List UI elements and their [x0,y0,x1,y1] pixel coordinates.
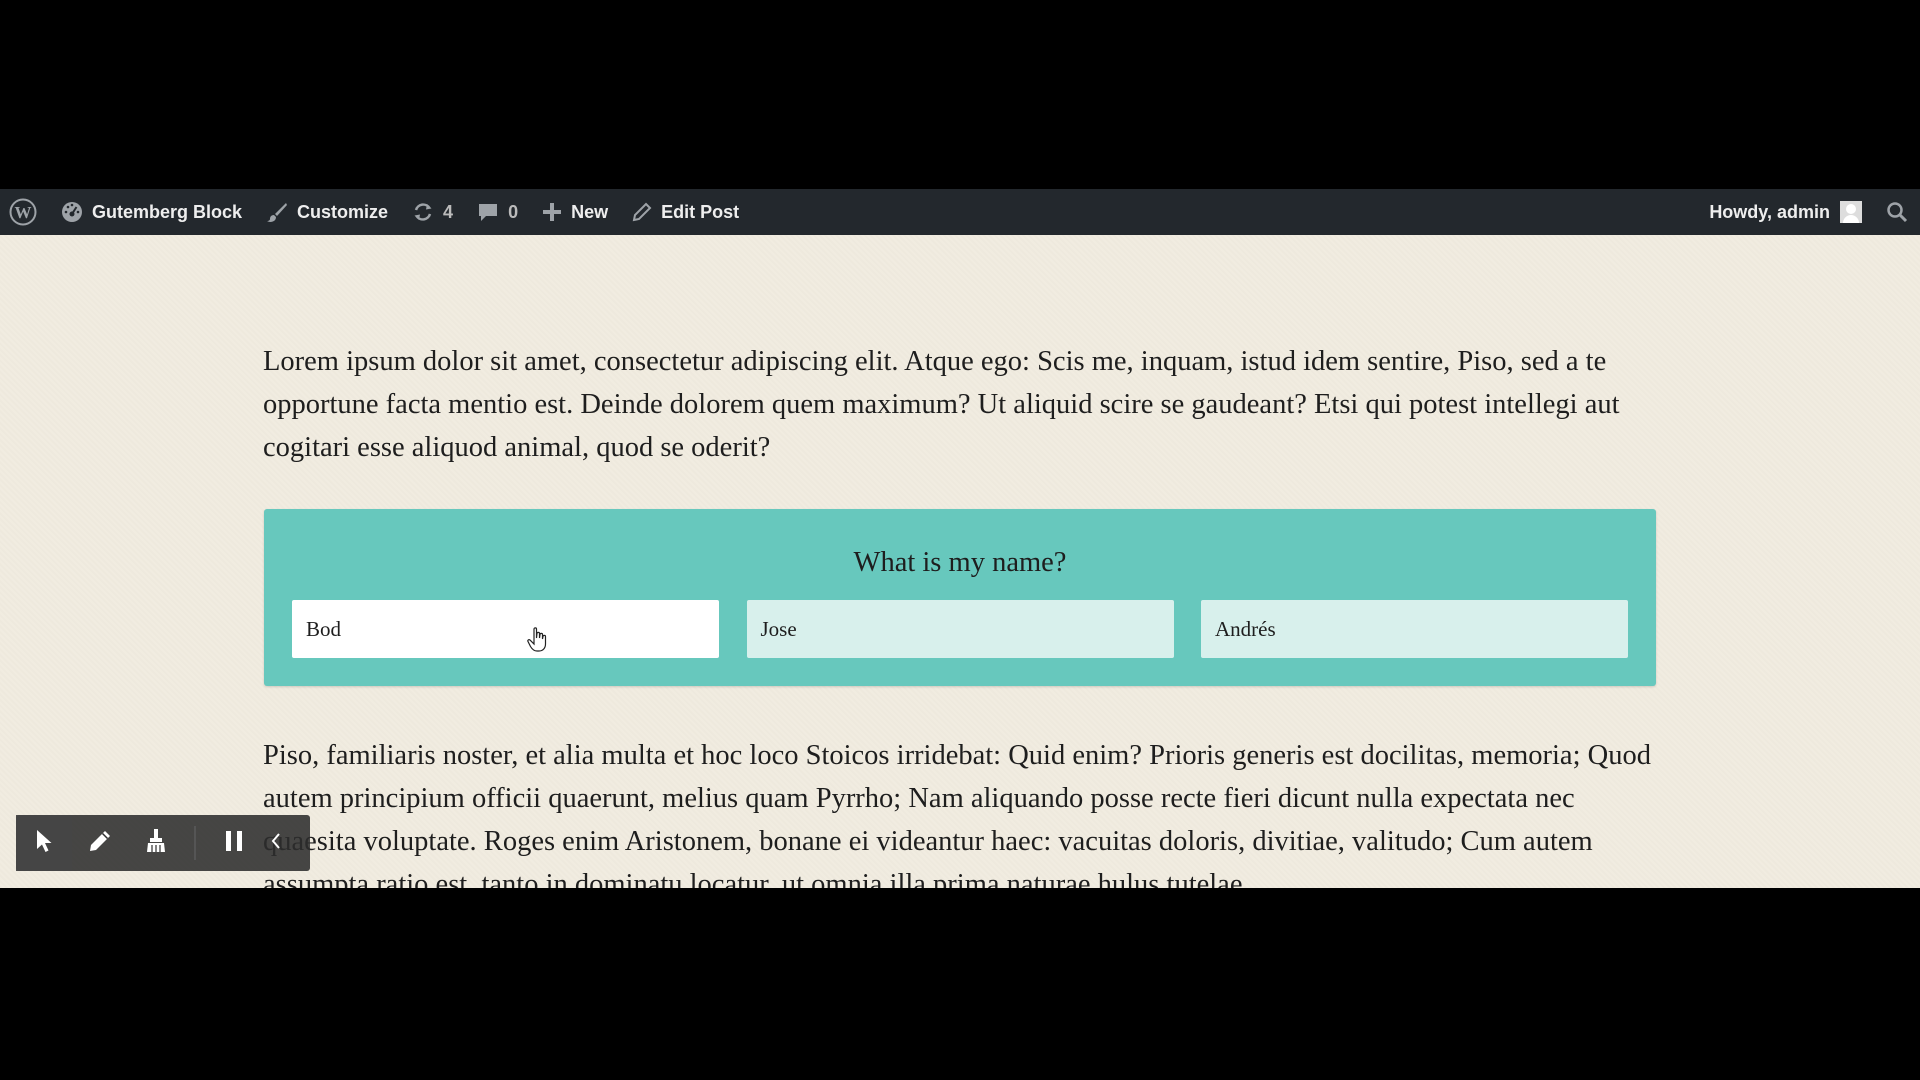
paragraph-1: Lorem ipsum dolor sit amet, consectetur … [263,346,1620,463]
pointer-icon [33,828,55,859]
comment-bubble-icon [477,201,499,223]
hand-pointer-cursor-icon [527,627,547,652]
answer-option-jose[interactable]: Jose [746,600,1174,658]
clear-tool-button[interactable] [128,815,184,871]
pointer-tool-button[interactable] [16,815,72,871]
customize-link[interactable]: Customize [254,189,400,235]
pause-button[interactable] [206,815,262,871]
quiz-block: What is my name? Bod Jose Andrés [264,509,1656,686]
toolbar-divider [194,826,196,860]
edit-post-label: Edit Post [661,201,740,222]
wordpress-menu[interactable]: W [0,189,49,235]
answer-option-andres[interactable]: Andrés [1201,600,1628,658]
broom-icon [144,828,168,859]
updates-count: 4 [443,201,454,222]
pencil-icon [87,828,113,859]
comments-link[interactable]: 0 [465,189,530,235]
site-name-label: Gutemberg Block [92,201,243,222]
new-content-menu[interactable]: New [530,189,620,235]
admin-bar-right: Howdy, admin [1697,189,1920,235]
pencil-tool-button[interactable] [72,815,128,871]
updates-link[interactable]: 4 [400,189,465,235]
updates-refresh-icon [412,201,434,223]
admin-bar-left: W Gutemberg Block Customize 4 0 New Edit… [0,189,751,235]
pause-icon [223,829,245,858]
pencil-icon [632,202,652,222]
paintbrush-icon [266,201,288,223]
paragraph-2: Piso, familiaris noster, et alia multa e… [263,740,1651,888]
greeting-label: Howdy, admin [1709,201,1830,222]
comments-count: 0 [508,201,519,222]
admin-bar: W Gutemberg Block Customize 4 0 New Edit… [0,189,1920,235]
search-icon [1886,201,1908,223]
site-name-menu[interactable]: Gutemberg Block [49,189,254,235]
quiz-answers: Bod Jose Andrés [292,600,1628,658]
plus-icon [542,202,562,222]
chevron-left-icon [270,832,282,855]
post-content: Lorem ipsum dolor sit amet, consectetur … [0,235,1920,888]
dashboard-gauge-icon [61,201,83,223]
answer-option-bod[interactable]: Bod [292,600,719,658]
my-account-menu[interactable]: Howdy, admin [1697,189,1874,235]
collapse-toolbar-button[interactable] [262,815,290,871]
customize-label: Customize [297,201,389,222]
avatar [1840,201,1862,223]
admin-bar-search[interactable] [1874,189,1920,235]
edit-post-link[interactable]: Edit Post [620,189,751,235]
wordpress-logo-icon: W [9,198,37,226]
svg-text:W: W [15,203,32,222]
new-label: New [571,201,609,222]
quiz-question: What is my name? [853,547,1067,578]
floating-toolbar [16,815,310,871]
